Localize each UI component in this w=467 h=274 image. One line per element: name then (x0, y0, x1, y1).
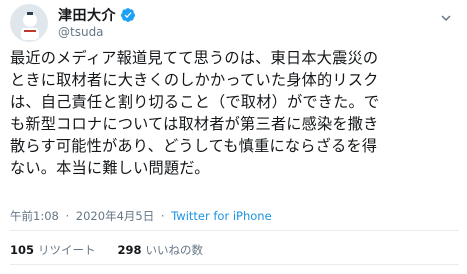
avatar-image (11, 5, 47, 41)
tweet-date[interactable]: 2020年4月5日 (76, 209, 154, 223)
divider-bottom (10, 264, 459, 265)
avatar[interactable] (10, 4, 48, 42)
chevron-down-icon[interactable] (439, 10, 453, 24)
tweet-source-link[interactable]: Twitter for iPhone (171, 209, 272, 223)
verified-badge-icon (120, 7, 136, 23)
tweet-text: 最近のメディア報道見てて思うのは、東日本大震災の ときに取材者に大きくのしかかっ… (10, 49, 380, 177)
likes-stat[interactable]: 298 いいねの数 (118, 242, 204, 258)
meta-separator: · (65, 209, 70, 223)
retweets-label: リツイート (38, 243, 96, 257)
display-name[interactable]: 津田大介 (58, 5, 116, 25)
tweet-meta: 午前1:08 · 2020年4月5日 · Twitter for iPhone (10, 208, 272, 224)
name-row: 津田大介 (58, 6, 136, 24)
divider (10, 230, 459, 231)
likes-count: 298 (117, 243, 142, 257)
user-handle[interactable]: @tsuda (58, 25, 104, 39)
retweets-stat[interactable]: 105 リツイート (10, 242, 96, 258)
tweet-header: 津田大介 @tsuda (0, 0, 467, 44)
tweet-stats: 105 リツイート 298 いいねの数 (10, 242, 225, 258)
likes-label: いいねの数 (145, 243, 204, 257)
tweet-time[interactable]: 午前1:08 (10, 209, 59, 223)
meta-separator-2: · (160, 209, 165, 223)
retweets-count: 105 (10, 243, 35, 257)
